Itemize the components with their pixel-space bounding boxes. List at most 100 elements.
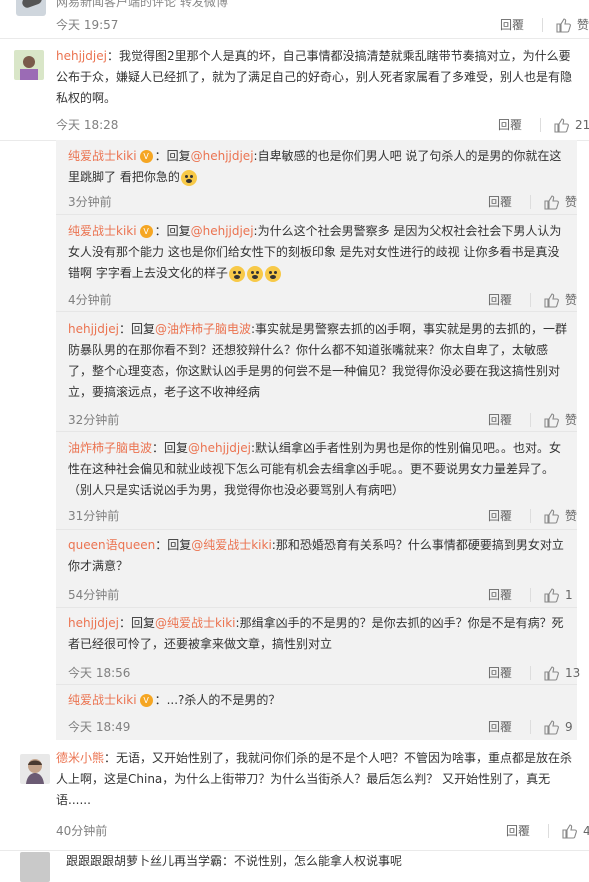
user-name[interactable]: hehjjdjej (68, 616, 119, 630)
reply-list: 纯爱战士kiki V ：回复@hehjjdjej:自卑敏感的也是你们男人吧 说了句杀… (56, 140, 580, 740)
timestamp: 今天 18:56 (68, 666, 131, 680)
like-count: 4 (583, 823, 589, 838)
comment-body: hehjjdjej：我觉得图2里那个人是真的坏，自己事情都没搞清楚就乘乱瞎带节奏… (56, 46, 576, 109)
reply-button[interactable]: 回覆 (488, 507, 512, 524)
thumbs-up-icon[interactable] (553, 117, 569, 133)
comment-text: 跟跟跟跟胡萝卜丝儿再当学霸：不说性别，怎么能拿人权说事呢 (66, 854, 403, 868)
reply-item: hehjjdjej：回复@纯爱战士kiki:那缉拿凶手的不是男的？是你去抓的凶手… (56, 607, 580, 685)
like-count: 21 (575, 117, 589, 132)
user-name[interactable]: 纯爱战士kiki (68, 693, 137, 707)
mention-link[interactable]: @纯爱战士kiki (191, 538, 272, 552)
thumbs-up-icon[interactable] (555, 17, 571, 33)
comment-text: ：无语，又开始性别了，我就问你们杀的是不是个人吧？不管因为啥事，重点都是放在杀人… (56, 751, 573, 807)
reply-button[interactable]: 回覆 (488, 718, 512, 735)
mention-link[interactable]: @hehjjdjej (188, 441, 251, 455)
vip-badge-icon: V (139, 150, 153, 163)
user-name[interactable]: 油炸柿子脑电波 (68, 441, 152, 455)
timestamp: 40分钟前 (56, 824, 108, 838)
emoji-icon (246, 265, 263, 282)
thumbs-up-icon[interactable] (543, 292, 559, 308)
comment-actions: 回覆 赞 (500, 16, 589, 33)
reply-prefix: ：回复 (154, 149, 191, 163)
avatar[interactable] (16, 0, 46, 16)
timestamp: 31分钟前 (68, 509, 120, 523)
user-name[interactable]: 纯爱战士kiki (68, 224, 137, 238)
timestamp: 32分钟前 (68, 413, 120, 427)
divider (530, 587, 532, 602)
comment-actions: 回覆 4 (506, 822, 589, 839)
like-count: 赞 (577, 18, 589, 32)
user-name[interactable]: hehjjdjej (56, 49, 107, 63)
thumbs-up-icon[interactable] (543, 194, 559, 210)
reply-prefix: ：回复 (152, 441, 189, 455)
thumbs-up-icon[interactable] (543, 719, 559, 735)
user-name[interactable]: 德米小熊 (56, 751, 104, 765)
reply-body: queen语queen：回复@纯爱战士kiki:那和恐婚恐育有关系吗？什么事情都… (68, 535, 568, 577)
user-name[interactable]: queen语queen (68, 538, 155, 552)
reply-prefix: ：回复 (154, 224, 191, 238)
thumbs-up-icon[interactable] (561, 823, 577, 839)
reply-actions: 回覆 赞 (488, 291, 577, 308)
reply-button[interactable]: 回覆 (488, 664, 512, 681)
thumbs-up-icon[interactable] (543, 508, 559, 524)
comment-text: ：我觉得图2里那个人是真的坏，自己事情都没搞清楚就乘乱瞎带节奏搞对立，为什么要公… (56, 49, 573, 105)
reply-item: 纯爱战士kiki V ：回复@hehjjdjej:自卑敏感的也是你们男人吧 说了句杀… (56, 140, 577, 215)
divider (530, 412, 532, 427)
reply-body: 油炸柿子脑电波：回复@hehjjdjej:默认缉拿凶手者性别为男也是你的性别偏见… (68, 438, 568, 501)
reply-item: queen语queen：回复@纯爱战士kiki:那和恐婚恐育有关系吗？什么事情都… (56, 529, 577, 608)
emoji-icon (228, 265, 245, 282)
comment-body: 德米小熊：无语，又开始性别了，我就问你们杀的是不是个人吧？不管因为啥事，重点都是… (56, 748, 576, 811)
reply-prefix: ：回复 (155, 538, 192, 552)
like-count: 赞 (565, 293, 578, 307)
timestamp: 今天 18:49 (68, 720, 131, 734)
emoji-icon (264, 265, 281, 282)
avatar-image (20, 754, 50, 784)
mention-link[interactable]: @油炸柿子脑电波 (155, 322, 251, 336)
user-name[interactable]: 纯爱战士kiki (68, 149, 137, 163)
reply-body: 纯爱战士kiki V ：...?杀人的不是男的？ (68, 690, 568, 711)
reply-button[interactable]: 回覆 (498, 116, 522, 133)
reply-item: 油炸柿子脑电波：回复@hehjjdjej:默认缉拿凶手者性别为男也是你的性别偏见… (56, 431, 577, 530)
reply-prefix: ：回复 (118, 322, 155, 336)
like-count: 1 (565, 587, 573, 602)
like-count: 赞 (565, 195, 578, 209)
reply-actions: 回覆 赞 (488, 411, 577, 428)
thumbs-up-icon[interactable] (543, 587, 559, 603)
reply-item: 纯爱战士kiki V ：...?杀人的不是男的？ 今天 18:49 回覆 9 (56, 684, 577, 740)
avatar-image (14, 50, 44, 80)
reply-button[interactable]: 回覆 (488, 586, 512, 603)
divider (530, 508, 532, 523)
thumbs-up-icon[interactable] (543, 665, 559, 681)
divider (530, 665, 532, 680)
reply-body: 纯爱战士kiki V ：回复@hehjjdjej:为什么这个社会男警察多 是因为父权… (68, 221, 568, 284)
reply-actions: 回覆 13 (488, 664, 580, 681)
avatar[interactable] (14, 50, 44, 80)
mention-link[interactable]: @hehjjdjej (191, 149, 254, 163)
thumbs-up-icon[interactable] (543, 412, 559, 428)
reply-button[interactable]: 回覆 (488, 411, 512, 428)
comment-actions: 回覆 21 (498, 116, 589, 133)
reply-button[interactable]: 回覆 (488, 193, 512, 210)
comment-text: 网易新闻客户端的评论 转发微博 (56, 0, 228, 9)
divider (530, 719, 532, 734)
like-count: 13 (565, 665, 581, 680)
avatar[interactable] (20, 852, 50, 882)
reply-actions: 回覆 赞 (488, 193, 577, 210)
avatar[interactable] (20, 754, 50, 784)
reply-actions: 回覆 9 (488, 718, 573, 735)
like-count: 赞 (565, 509, 578, 523)
reply-actions: 回覆 1 (488, 586, 573, 603)
timestamp: 3分钟前 (68, 195, 112, 209)
reply-button[interactable]: 回覆 (500, 16, 524, 33)
comment-cut-top: 网易新闻客户端的评论 转发微博 今天 19:57 回覆 赞 (0, 0, 589, 39)
mention-link[interactable]: @hehjjdjej (191, 224, 254, 238)
like-count: 9 (565, 719, 573, 734)
emoji-icon (180, 169, 197, 186)
reply-button[interactable]: 回覆 (488, 291, 512, 308)
reply-button[interactable]: 回覆 (506, 822, 530, 839)
comment-item: hehjjdjej：我觉得图2里那个人是真的坏，自己事情都没搞清楚就乘乱瞎带节奏… (0, 38, 589, 141)
reply-body: 纯爱战士kiki V ：回复@hehjjdjej:自卑敏感的也是你们男人吧 说了句杀… (68, 146, 568, 188)
reply-body: hehjjdjej：回复@油炸柿子脑电波:事实就是男警察去抓的凶手啊，事实就是男… (68, 319, 568, 403)
mention-link[interactable]: @纯爱战士kiki (155, 616, 236, 630)
user-name[interactable]: hehjjdjej (68, 322, 119, 336)
